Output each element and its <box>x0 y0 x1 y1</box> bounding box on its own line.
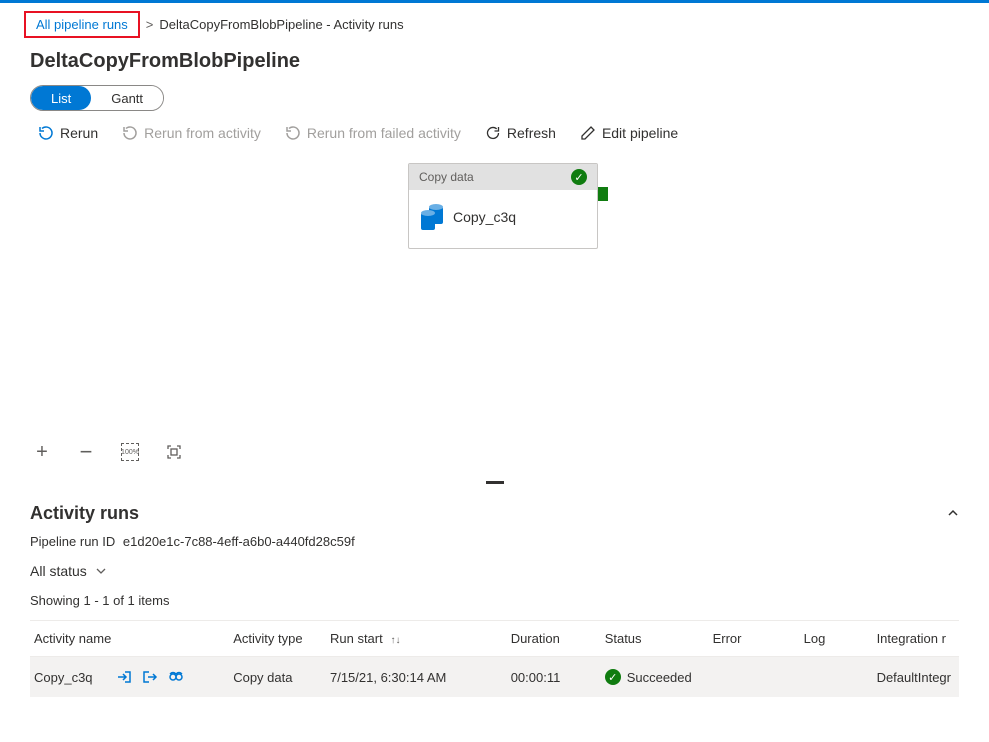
col-error[interactable]: Error <box>713 621 804 657</box>
rerun-from-failed-button: Rerun from failed activity <box>285 125 461 141</box>
success-icon: ✓ <box>571 169 587 185</box>
toolbar: Rerun Rerun from activity Rerun from fai… <box>0 125 989 153</box>
rerun-from-activity-button: Rerun from activity <box>122 125 261 141</box>
rerun-activity-icon <box>122 125 138 141</box>
activity-card-header: Copy data ✓ <box>409 164 597 190</box>
cell-status: Succeeded <box>627 670 692 685</box>
pipeline-run-id: Pipeline run ID e1d20e1c-7c88-4eff-a6b0-… <box>0 530 989 563</box>
zoom-controls: + − 100% <box>0 443 989 461</box>
view-list-button[interactable]: List <box>31 86 91 110</box>
collapse-button[interactable] <box>947 506 959 522</box>
panel-resize-handle[interactable] <box>0 471 989 487</box>
rerun-failed-icon <box>285 125 301 141</box>
zoom-in-button[interactable]: + <box>33 443 51 461</box>
cell-activity-type: Copy data <box>233 657 330 698</box>
breadcrumb-current: DeltaCopyFromBlobPipeline - Activity run… <box>159 17 403 32</box>
status-success-icon: ✓ <box>605 669 621 685</box>
cell-error <box>713 657 804 698</box>
zoom-out-button[interactable]: − <box>77 443 95 461</box>
details-icon[interactable] <box>168 669 184 685</box>
cell-integration: DefaultIntegr <box>877 657 959 698</box>
view-toggle: List Gantt <box>30 85 164 111</box>
col-status[interactable]: Status <box>605 621 713 657</box>
refresh-button[interactable]: Refresh <box>485 125 556 141</box>
pipeline-canvas[interactable]: Copy data ✓ Copy_c3q <box>30 153 959 443</box>
breadcrumb-all-runs[interactable]: All pipeline runs <box>36 17 128 32</box>
col-activity-name[interactable]: Activity name <box>30 621 233 657</box>
output-icon[interactable] <box>142 669 158 685</box>
fit-screen-button[interactable] <box>165 443 183 461</box>
col-activity-type[interactable]: Activity type <box>233 621 330 657</box>
activity-card-type: Copy data <box>419 170 474 184</box>
zoom-reset-button[interactable]: 100% <box>121 443 139 461</box>
cell-duration: 00:00:11 <box>511 657 605 698</box>
cell-log <box>804 657 877 698</box>
activity-card[interactable]: Copy data ✓ Copy_c3q <box>408 163 598 249</box>
col-duration[interactable]: Duration <box>511 621 605 657</box>
activity-card-body: Copy_c3q <box>409 190 597 248</box>
status-filter-dropdown[interactable]: All status <box>30 563 107 579</box>
edit-pipeline-button[interactable]: Edit pipeline <box>580 125 678 141</box>
sort-icon: ↑↓ <box>388 635 401 646</box>
edit-icon <box>580 125 596 141</box>
table-row[interactable]: Copy_c3q Copy data 7/15/21, 6:30:14 AM 0… <box>30 657 959 698</box>
copy-data-icon <box>421 204 443 230</box>
breadcrumb-separator: > <box>146 17 154 32</box>
col-log[interactable]: Log <box>804 621 877 657</box>
activity-runs-table: Activity name Activity type Run start ↑↓… <box>30 620 959 697</box>
activity-runs-heading: Activity runs <box>30 503 139 524</box>
input-icon[interactable] <box>116 669 132 685</box>
cell-run-start: 7/15/21, 6:30:14 AM <box>330 657 511 698</box>
showing-count-text: Showing 1 - 1 of 1 items <box>0 593 989 620</box>
rerun-icon <box>38 125 54 141</box>
col-integration[interactable]: Integration r <box>877 621 959 657</box>
cell-activity-name: Copy_c3q <box>34 670 106 685</box>
col-run-start[interactable]: Run start ↑↓ <box>330 621 511 657</box>
activity-card-name: Copy_c3q <box>453 209 516 225</box>
rerun-button[interactable]: Rerun <box>38 125 98 141</box>
refresh-icon <box>485 125 501 141</box>
page-title: DeltaCopyFromBlobPipeline <box>0 44 989 85</box>
view-gantt-button[interactable]: Gantt <box>91 86 163 110</box>
connector-output-icon <box>598 187 608 201</box>
breadcrumb: All pipeline runs > DeltaCopyFromBlobPip… <box>0 3 989 44</box>
